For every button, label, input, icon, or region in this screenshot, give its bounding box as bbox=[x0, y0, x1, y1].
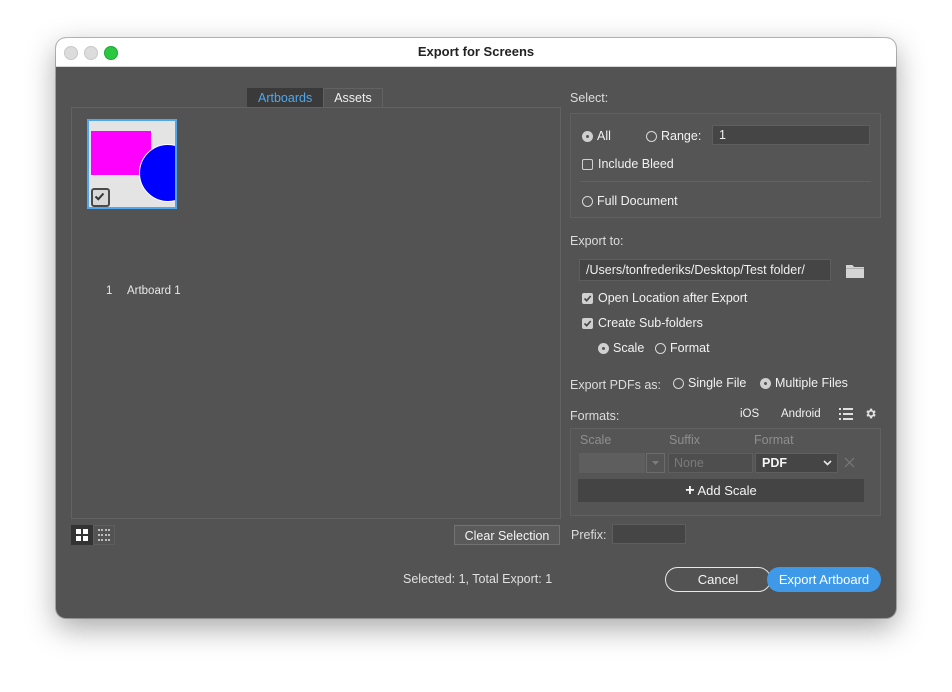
format-presets-button[interactable] bbox=[839, 408, 853, 423]
radio-indicator bbox=[646, 131, 657, 142]
checkbox-indicator bbox=[582, 159, 593, 170]
suffix-input[interactable]: None bbox=[668, 453, 753, 473]
checkmark-icon bbox=[583, 295, 592, 302]
scale-input[interactable] bbox=[579, 453, 645, 473]
column-header-suffix: Suffix bbox=[669, 433, 701, 447]
multiple-files-radio[interactable]: Multiple Files bbox=[760, 376, 848, 390]
artboard-label: 1 Artboard 1 bbox=[106, 285, 193, 297]
select-all-radio[interactable]: All bbox=[582, 129, 611, 143]
export-pdfs-label: Export PDFs as: bbox=[570, 378, 661, 392]
prefix-input[interactable] bbox=[612, 524, 686, 544]
artboard-name: Artboard 1 bbox=[126, 285, 181, 297]
range-input[interactable]: 1 bbox=[712, 125, 870, 145]
select-divider bbox=[580, 181, 871, 182]
format-select[interactable]: PDF bbox=[755, 453, 838, 473]
tab-assets[interactable]: Assets bbox=[323, 88, 383, 108]
prefix-label: Prefix: bbox=[571, 528, 607, 542]
export-for-screens-dialog: Export for Screens Artboards Assets 1 Ar… bbox=[56, 38, 896, 618]
list-icon bbox=[839, 408, 853, 420]
clear-selection-button[interactable]: Clear Selection bbox=[454, 525, 560, 545]
plus-icon: + bbox=[685, 482, 695, 499]
radio-indicator bbox=[582, 196, 593, 207]
grid-view-button[interactable] bbox=[71, 525, 93, 545]
triangle-down-icon bbox=[652, 461, 659, 465]
artboard-select-checkbox[interactable] bbox=[91, 188, 110, 207]
artboard-grid: 1 Artboard 1 bbox=[71, 107, 561, 519]
list-view-icon bbox=[98, 529, 110, 541]
add-scale-button[interactable]: + Add Scale bbox=[578, 479, 864, 502]
full-document-radio[interactable]: Full Document bbox=[582, 194, 678, 208]
select-label: Select: bbox=[570, 91, 609, 105]
window-title: Export for Screens bbox=[417, 44, 535, 59]
selection-status: Selected: 1, Total Export: 1 bbox=[403, 572, 553, 586]
radio-indicator bbox=[655, 343, 666, 354]
single-file-radio[interactable]: Single File bbox=[673, 376, 746, 390]
title-bar: Export for Screens bbox=[56, 38, 896, 67]
column-header-scale: Scale bbox=[580, 433, 612, 447]
folder-icon bbox=[846, 265, 864, 278]
open-location-checkbox[interactable]: Open Location after Export bbox=[582, 291, 747, 305]
checkbox-indicator bbox=[582, 318, 593, 329]
radio-indicator bbox=[598, 343, 609, 354]
ios-preset-button[interactable]: iOS bbox=[740, 408, 759, 420]
create-subfolders-checkbox[interactable]: Create Sub-folders bbox=[582, 316, 703, 330]
checkbox-indicator bbox=[582, 293, 593, 304]
chevron-down-icon bbox=[823, 460, 832, 466]
export-to-label: Export to: bbox=[570, 234, 624, 248]
include-bleed-checkbox[interactable]: Include Bleed bbox=[582, 157, 674, 171]
scale-dropdown-button[interactable] bbox=[646, 453, 665, 473]
radio-indicator bbox=[760, 378, 771, 389]
view-toggle bbox=[71, 525, 115, 545]
subfolder-scale-radio[interactable]: Scale bbox=[598, 341, 644, 355]
grid-view-icon bbox=[76, 529, 88, 541]
checkmark-icon bbox=[94, 192, 105, 201]
formats-label: Formats: bbox=[570, 409, 620, 423]
gear-icon bbox=[866, 408, 876, 419]
radio-indicator bbox=[673, 378, 684, 389]
browse-folder-button[interactable] bbox=[846, 264, 864, 281]
tab-bar: Artboards Assets bbox=[247, 88, 383, 108]
list-view-button[interactable] bbox=[93, 525, 115, 545]
remove-scale-button[interactable] bbox=[844, 457, 855, 471]
close-icon bbox=[844, 457, 855, 468]
cancel-button[interactable]: Cancel bbox=[665, 567, 771, 592]
export-artboard-button[interactable]: Export Artboard bbox=[767, 567, 881, 592]
format-settings-button[interactable] bbox=[864, 407, 877, 423]
column-header-format: Format bbox=[754, 433, 794, 447]
artboard-thumbnail[interactable] bbox=[87, 119, 177, 209]
artboard-number: 1 bbox=[106, 285, 113, 297]
subfolder-format-radio[interactable]: Format bbox=[655, 341, 710, 355]
export-path-input[interactable]: /Users/tonfrederiks/Desktop/Test folder/ bbox=[579, 259, 831, 281]
tab-artboards[interactable]: Artboards bbox=[247, 88, 324, 108]
select-range-radio[interactable]: Range: bbox=[646, 129, 701, 143]
checkmark-icon bbox=[583, 320, 592, 327]
android-preset-button[interactable]: Android bbox=[781, 408, 821, 420]
radio-indicator bbox=[582, 131, 593, 142]
